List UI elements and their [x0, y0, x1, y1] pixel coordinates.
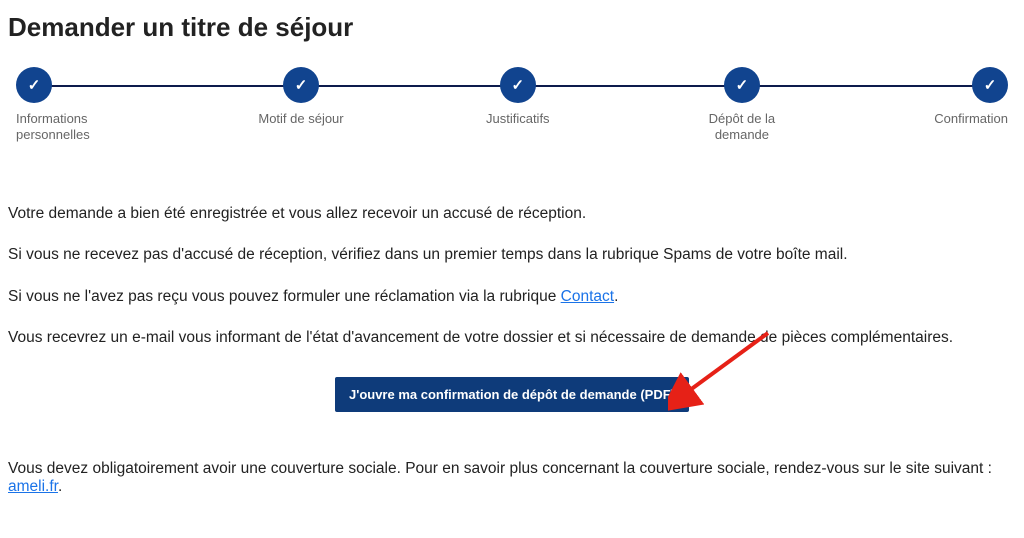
- check-icon: ✓: [724, 67, 760, 103]
- step-label: Motif de séjour: [258, 111, 343, 127]
- contact-link[interactable]: Contact: [561, 288, 614, 305]
- footer-post: .: [58, 478, 62, 495]
- confirmation-text: Votre demande a bien été enregistrée et …: [8, 202, 1016, 349]
- step-label: Informations personnelles: [16, 111, 116, 142]
- confirmation-contact-line: Si vous ne l'avez pas reçu vous pouvez f…: [8, 285, 1016, 308]
- check-icon: ✓: [16, 67, 52, 103]
- page-title: Demander un titre de séjour: [8, 12, 1016, 43]
- confirmation-spam-hint: Si vous ne recevez pas d'accusé de récep…: [8, 243, 1016, 266]
- confirmation-p3-pre: Si vous ne l'avez pas reçu vous pouvez f…: [8, 288, 561, 305]
- confirmation-p1: Votre demande a bien été enregistrée et …: [8, 202, 1016, 225]
- social-coverage-notice: Vous devez obligatoirement avoir une cou…: [8, 460, 1016, 496]
- open-pdf-button[interactable]: J'ouvre ma confirmation de dépôt de dema…: [335, 377, 689, 412]
- stepper: ✓ Informations personnelles ✓ Motif de s…: [16, 67, 1008, 142]
- confirmation-followup: Vous recevrez un e-mail vous informant d…: [8, 326, 1016, 349]
- footer-pre: Vous devez obligatoirement avoir une cou…: [8, 460, 992, 477]
- step-depot-demande: ✓ Dépôt de la demande: [692, 67, 792, 142]
- confirmation-p3-post: .: [614, 288, 618, 305]
- check-icon: ✓: [500, 67, 536, 103]
- step-informations-personnelles: ✓ Informations personnelles: [16, 67, 116, 142]
- step-label: Dépôt de la demande: [692, 111, 792, 142]
- step-justificatifs: ✓ Justificatifs: [486, 67, 550, 127]
- check-icon: ✓: [972, 67, 1008, 103]
- check-icon: ✓: [283, 67, 319, 103]
- step-label: Confirmation: [934, 111, 1008, 127]
- step-label: Justificatifs: [486, 111, 550, 127]
- step-confirmation: ✓ Confirmation: [934, 67, 1008, 127]
- ameli-link[interactable]: ameli.fr: [8, 478, 58, 495]
- step-motif-de-sejour: ✓ Motif de séjour: [258, 67, 343, 127]
- pdf-button-row: J'ouvre ma confirmation de dépôt de dema…: [8, 377, 1016, 412]
